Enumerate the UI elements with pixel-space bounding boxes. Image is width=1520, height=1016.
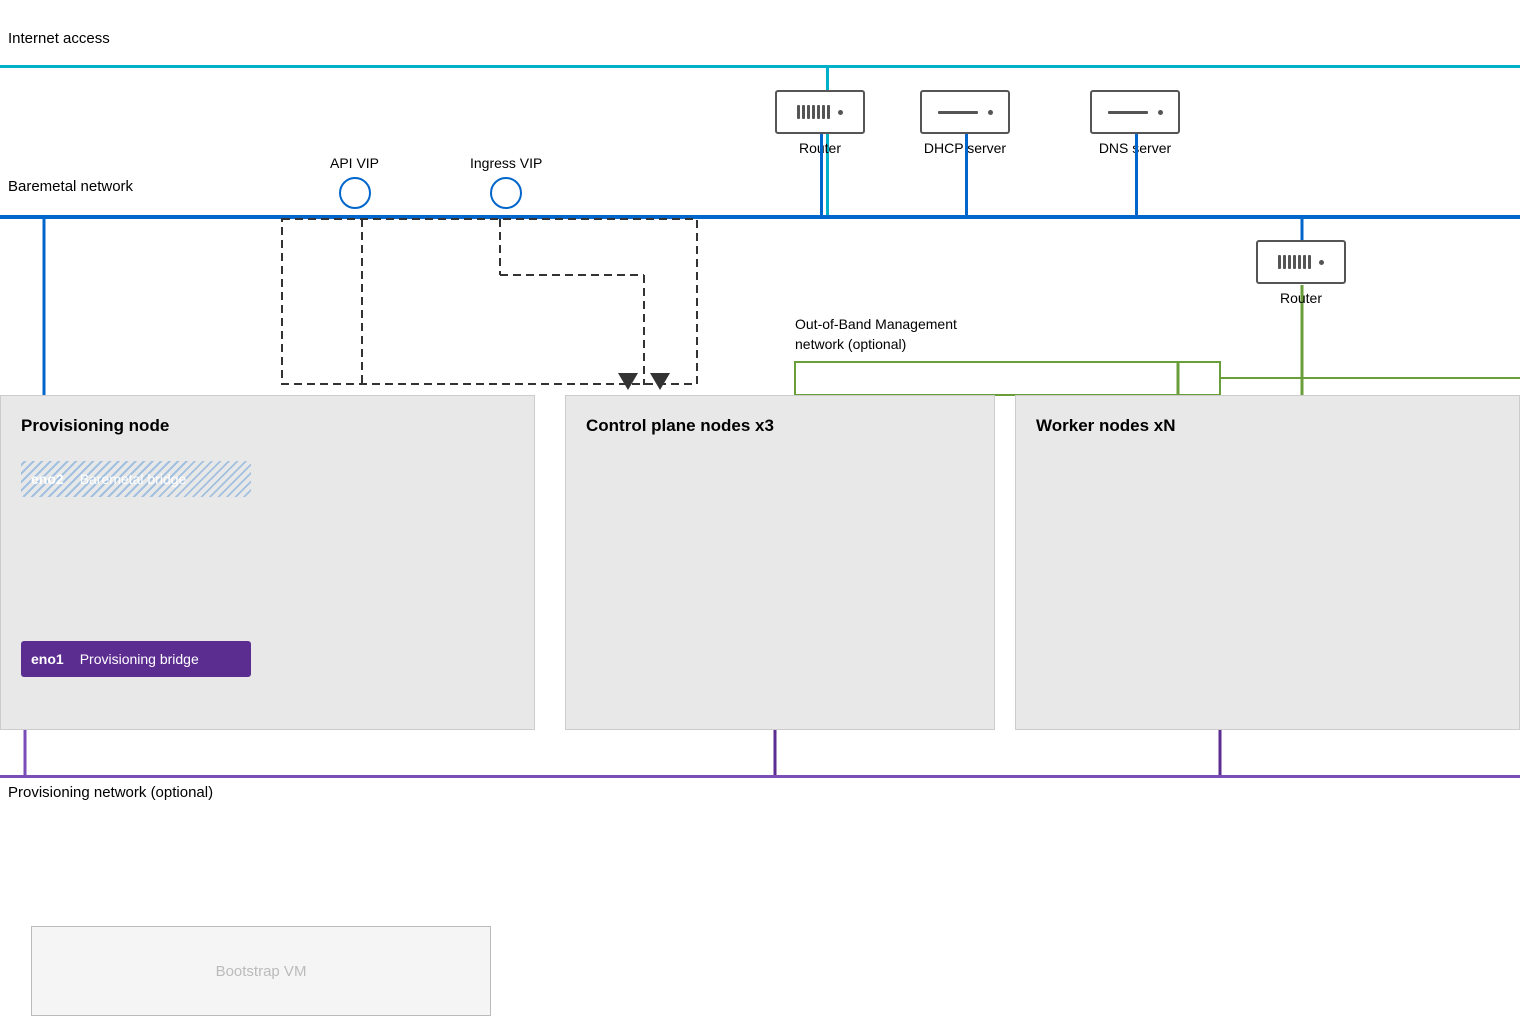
api-vip-group: API VIP: [330, 155, 379, 209]
provisioning-node-box: Provisioning node eno2 Baremetal bridge …: [0, 395, 535, 730]
port-4: [812, 105, 815, 119]
oob-management-label: Out-of-Band Management network (optional…: [795, 315, 957, 354]
r2-port-4: [1293, 255, 1296, 269]
worker-nodes-title: Worker nodes xN: [1036, 416, 1176, 436]
provisioning-network-line: [0, 775, 1520, 778]
baremetal-network-label: Baremetal network: [8, 178, 133, 195]
port-7: [827, 105, 830, 119]
port-6: [822, 105, 825, 119]
port-dot: [838, 110, 843, 115]
eno1-label: eno1: [31, 651, 64, 667]
port-5: [817, 105, 820, 119]
r2-port-1: [1278, 255, 1281, 269]
provisioning-bridge-label: Provisioning bridge: [80, 651, 199, 667]
r2-port-6: [1303, 255, 1306, 269]
eno1-bridge-bar: eno1 Provisioning bridge: [21, 641, 251, 677]
arrow-2: [650, 373, 670, 390]
ingress-vip-group: Ingress VIP: [470, 155, 542, 209]
provisioning-node-title: Provisioning node: [21, 416, 169, 436]
dhcp-box: [920, 90, 1010, 134]
api-vip-label: API VIP: [330, 155, 379, 171]
router-box-inner: [791, 105, 849, 119]
baremetal-bridge-label: Baremetal bridge: [80, 471, 187, 487]
ingress-vip-circle: [490, 177, 522, 209]
port-2: [802, 105, 805, 119]
control-plane-nodes-title: Control plane nodes x3: [586, 416, 774, 436]
worker-node-box: Worker nodes xN: [1015, 395, 1520, 730]
r2-port-dot: [1319, 260, 1324, 265]
dhcp-to-baremetal-line: [965, 134, 968, 216]
server-dot: [988, 110, 993, 115]
internet-line: [0, 65, 1520, 68]
dns-line-1: [1108, 111, 1148, 114]
eno2-bridge-bar: eno2 Baremetal bridge: [21, 461, 251, 497]
router2-box-inner: [1272, 255, 1330, 269]
dns-dot: [1158, 110, 1163, 115]
r2-port-5: [1298, 255, 1301, 269]
r2-port-7: [1308, 255, 1311, 269]
dhcp-box-inner: [928, 110, 1003, 115]
router2-box: [1256, 240, 1346, 284]
port-1: [797, 105, 800, 119]
provisioning-network-label: Provisioning network (optional): [8, 784, 213, 801]
control-plane-node-box: Control plane nodes x3: [565, 395, 995, 730]
router-box: [775, 90, 865, 134]
dashed-rect: [282, 219, 697, 384]
api-vip-circle: [339, 177, 371, 209]
eno2-label: eno2: [31, 471, 64, 487]
baremetal-line: [0, 215, 1520, 219]
router2-device: Router: [1256, 240, 1346, 306]
arrow-1: [618, 373, 638, 390]
dns-to-baremetal-line: [1135, 134, 1138, 216]
router2-label: Router: [1280, 290, 1322, 306]
r2-port-3: [1288, 255, 1291, 269]
oob-box: [795, 362, 1220, 395]
ingress-vip-label: Ingress VIP: [470, 155, 542, 171]
bootstrap-vm-box: Bootstrap VM: [31, 926, 491, 1016]
router-to-baremetal-line: [820, 134, 823, 216]
bootstrap-vm-label: Bootstrap VM: [216, 963, 307, 980]
network-diagram: Internet access Router: [0, 0, 1520, 887]
r2-port-2: [1283, 255, 1286, 269]
port-3: [807, 105, 810, 119]
server-line-1: [938, 111, 978, 114]
internet-access-label: Internet access: [8, 30, 110, 47]
dns-box: [1090, 90, 1180, 134]
dns-box-inner: [1098, 110, 1173, 115]
